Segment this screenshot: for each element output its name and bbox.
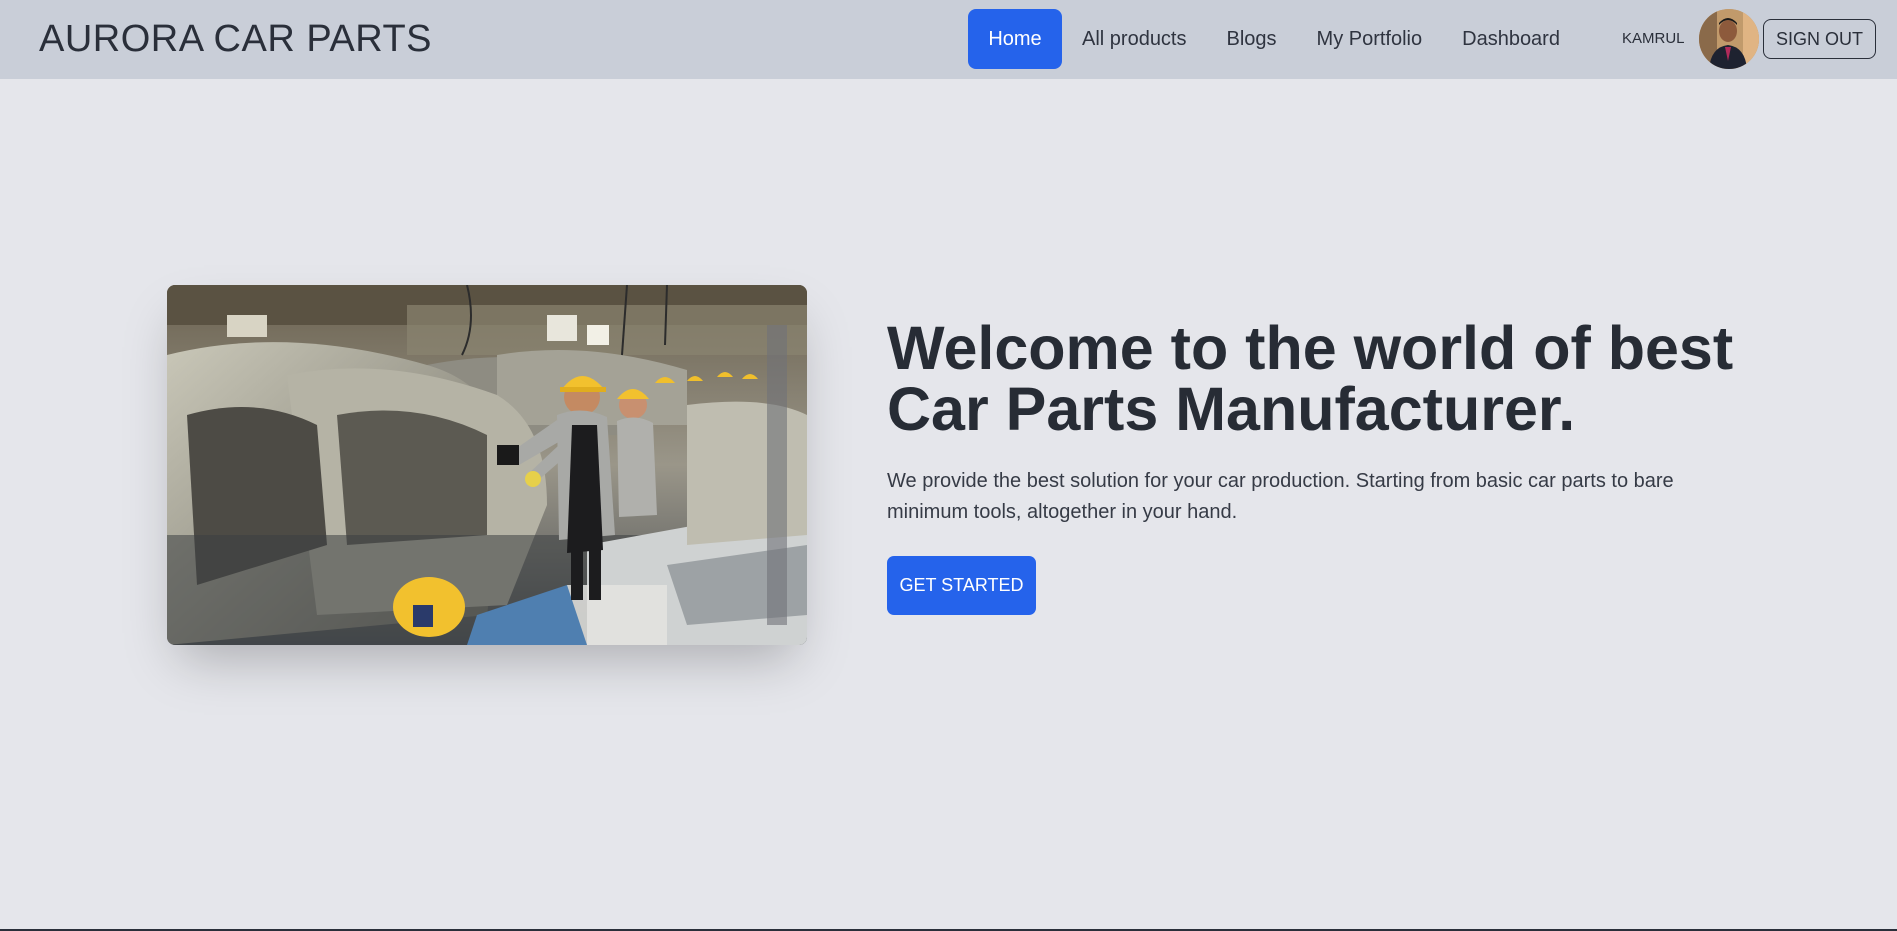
hero-title: Welcome to the world of best Car Parts M… xyxy=(887,314,1734,443)
nav-menu: Home All products Blogs My Portfolio Das… xyxy=(968,9,1580,69)
nav-item-home[interactable]: Home xyxy=(968,9,1062,69)
nav-item-all-products[interactable]: All products xyxy=(1062,9,1207,69)
nav-item-blogs[interactable]: Blogs xyxy=(1207,9,1297,69)
avatar[interactable] xyxy=(1699,9,1759,69)
user-name: KAMRUL xyxy=(1622,30,1685,47)
brand-logo[interactable]: AURORA CAR PARTS xyxy=(39,18,432,61)
hero-image xyxy=(167,285,807,645)
sign-out-button[interactable]: SIGN OUT xyxy=(1763,19,1876,59)
user-photo-icon xyxy=(1699,9,1759,69)
nav-item-my-portfolio[interactable]: My Portfolio xyxy=(1297,9,1443,69)
nav-item-dashboard[interactable]: Dashboard xyxy=(1442,9,1580,69)
car-factory-image-icon xyxy=(167,285,807,645)
get-started-button[interactable]: GET STARTED xyxy=(887,556,1036,615)
navbar: AURORA CAR PARTS Home All products Blogs… xyxy=(0,0,1897,79)
hero-description: We provide the best solution for your ca… xyxy=(887,470,1674,523)
